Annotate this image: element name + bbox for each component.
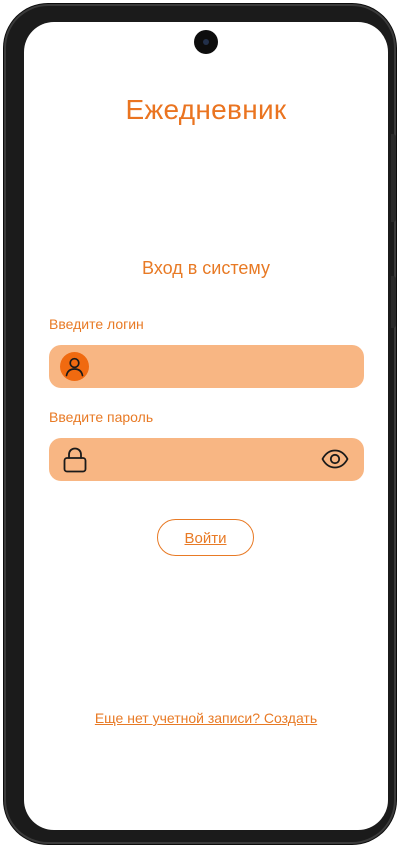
app-title: Ежедневник	[125, 94, 287, 125]
volume-button	[391, 134, 396, 222]
phone-frame: Ежедневник Вход в систему Введите логин …	[4, 4, 396, 844]
login-label: Введите логин	[49, 316, 144, 332]
front-camera	[194, 30, 218, 54]
eye-icon[interactable]	[321, 448, 349, 470]
login-input[interactable]	[97, 345, 321, 390]
user-icon	[60, 352, 89, 381]
register-link[interactable]: Еще нет учетной записи? Создать	[24, 710, 388, 726]
login-button[interactable]: Войти	[157, 519, 254, 556]
login-heading: Вход в систему	[142, 258, 270, 278]
password-label: Введите пароль	[49, 409, 154, 425]
password-field[interactable]	[49, 438, 364, 483]
password-input[interactable]	[97, 438, 321, 483]
lock-icon	[62, 446, 88, 474]
power-button	[391, 276, 396, 328]
login-field[interactable]	[49, 345, 364, 390]
screen: Ежедневник Вход в систему Введите логин …	[24, 22, 388, 830]
